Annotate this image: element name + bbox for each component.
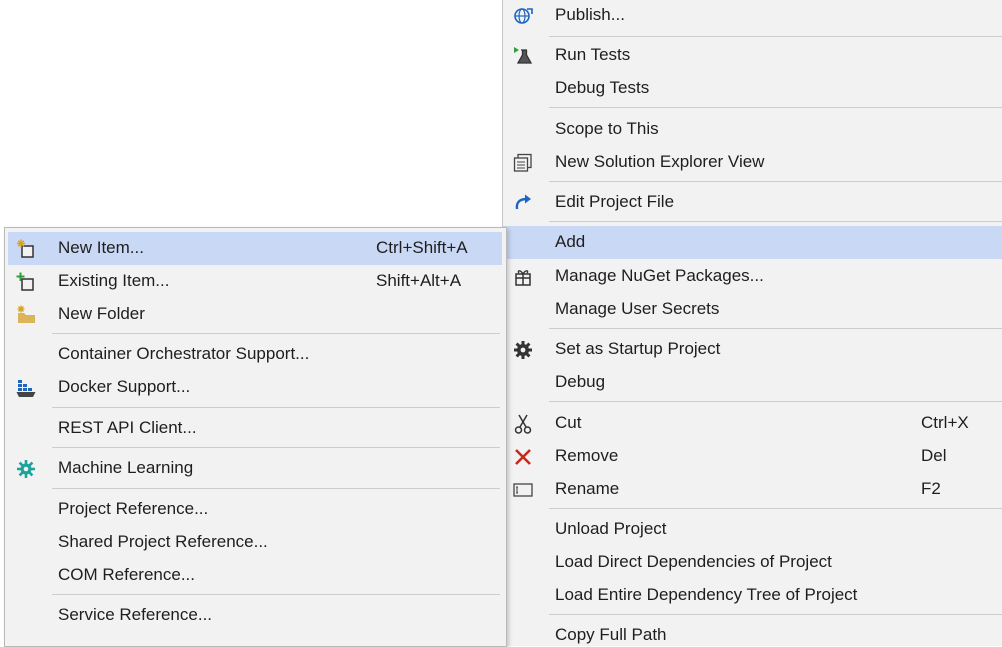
menu-item-label: Cut xyxy=(555,413,582,432)
menu-item-scope-to-this[interactable]: Scope to This xyxy=(503,113,1002,146)
submenu-item-label: Shared Project Reference... xyxy=(58,532,268,551)
project-context-menu: Publish... Run Tests Debug Tests Scope t… xyxy=(502,0,1002,646)
menu-item-shortcut: Ctrl+X xyxy=(921,413,969,432)
submenu-item-label: Container Orchestrator Support... xyxy=(58,344,310,363)
submenu-item-service-reference[interactable]: Service Reference... xyxy=(5,599,506,632)
new-folder-icon xyxy=(16,305,36,325)
menu-item-publish[interactable]: Publish... xyxy=(503,0,1002,32)
menu-item-debug-tests[interactable]: Debug Tests xyxy=(503,72,1002,105)
submenu-item-label: Project Reference... xyxy=(58,499,209,518)
menu-separator xyxy=(549,508,1002,509)
add-submenu: New Item... Ctrl+Shift+A Existing Item..… xyxy=(4,227,507,647)
menu-item-set-as-startup-project[interactable]: Set as Startup Project xyxy=(503,333,1002,366)
menu-item-edit-project-file[interactable]: Edit Project File xyxy=(503,186,1002,219)
menu-separator xyxy=(52,333,500,334)
menu-item-run-tests[interactable]: Run Tests xyxy=(503,39,1002,72)
menu-item-label: Manage NuGet Packages... xyxy=(555,266,764,285)
menu-separator xyxy=(549,107,1002,108)
submenu-item-container-orchestrator-support[interactable]: Container Orchestrator Support... xyxy=(5,338,506,371)
menu-separator xyxy=(549,221,1002,222)
edit-redo-arrow-icon xyxy=(513,193,533,213)
submenu-item-shortcut: Ctrl+Shift+A xyxy=(376,238,468,257)
submenu-item-label: REST API Client... xyxy=(58,418,197,437)
menu-item-load-entire-dependency-tree[interactable]: Load Entire Dependency Tree of Project xyxy=(503,579,1002,612)
submenu-item-project-reference[interactable]: Project Reference... xyxy=(5,493,506,526)
menu-item-unload-project[interactable]: Unload Project xyxy=(503,513,1002,546)
submenu-item-label: New Item... xyxy=(58,238,144,257)
menu-separator xyxy=(549,36,1002,37)
submenu-item-label: Service Reference... xyxy=(58,605,213,624)
submenu-item-label: New Folder xyxy=(58,304,145,323)
menu-item-shortcut: F2 xyxy=(921,479,941,498)
menu-separator xyxy=(549,328,1002,329)
menu-item-rename[interactable]: Rename F2 xyxy=(503,473,1002,506)
menu-separator xyxy=(549,614,1002,615)
menu-item-debug[interactable]: Debug xyxy=(503,366,1002,399)
submenu-item-com-reference[interactable]: COM Reference... xyxy=(5,559,506,592)
menu-item-cut[interactable]: Cut Ctrl+X xyxy=(503,407,1002,440)
menu-separator xyxy=(52,447,500,448)
menu-item-load-direct-dependencies[interactable]: Load Direct Dependencies of Project xyxy=(503,546,1002,579)
submenu-item-shortcut: Shift+Alt+A xyxy=(376,271,462,290)
submenu-item-new-item[interactable]: New Item... Ctrl+Shift+A xyxy=(8,232,502,265)
globe-publish-icon xyxy=(513,6,533,26)
docker-whale-icon xyxy=(16,378,36,398)
menu-item-copy-full-path[interactable]: Copy Full Path xyxy=(503,619,1002,646)
submenu-item-rest-api-client[interactable]: REST API Client... xyxy=(5,412,506,445)
menu-separator xyxy=(52,594,500,595)
menu-item-label: Load Direct Dependencies of Project xyxy=(555,552,832,571)
nuget-package-icon xyxy=(513,267,533,287)
menu-item-label: Edit Project File xyxy=(555,192,675,211)
menu-item-label: Remove xyxy=(555,446,619,465)
menu-item-label: Manage User Secrets xyxy=(555,299,720,318)
menu-item-label: Set as Startup Project xyxy=(555,339,721,358)
rename-icon xyxy=(513,480,533,500)
menu-item-label: Run Tests xyxy=(555,45,631,64)
submenu-item-label: Machine Learning xyxy=(58,458,194,477)
menu-item-manage-nuget-packages[interactable]: Manage NuGet Packages... xyxy=(503,260,1002,293)
menu-item-manage-user-secrets[interactable]: Manage User Secrets xyxy=(503,293,1002,326)
menu-item-label: Publish... xyxy=(555,5,625,24)
red-x-icon xyxy=(513,447,533,467)
solution-explorer-view-icon xyxy=(513,153,533,173)
existing-item-icon xyxy=(16,272,36,292)
menu-item-label: Rename xyxy=(555,479,620,498)
menu-separator xyxy=(52,488,500,489)
menu-item-label: Debug xyxy=(555,372,606,391)
menu-item-new-solution-explorer-view[interactable]: New Solution Explorer View xyxy=(503,146,1002,179)
menu-separator xyxy=(549,181,1002,182)
scissors-icon xyxy=(513,414,533,434)
submenu-item-new-folder[interactable]: New Folder xyxy=(5,298,506,331)
menu-item-label: Load Entire Dependency Tree of Project xyxy=(555,585,858,604)
menu-item-remove[interactable]: Remove Del xyxy=(503,440,1002,473)
menu-item-label: Add xyxy=(555,232,586,251)
menu-separator xyxy=(549,401,1002,402)
menu-item-label: Unload Project xyxy=(555,519,667,538)
menu-item-label: Scope to This xyxy=(555,119,659,138)
menu-item-add[interactable]: Add xyxy=(503,226,1002,259)
new-item-icon xyxy=(16,239,36,259)
submenu-item-label: Existing Item... xyxy=(58,271,170,290)
machine-learning-gear-icon xyxy=(16,459,36,479)
gear-icon xyxy=(513,340,533,360)
menu-item-label: Debug Tests xyxy=(555,78,650,97)
submenu-item-machine-learning[interactable]: Machine Learning xyxy=(5,452,506,485)
menu-separator xyxy=(52,407,500,408)
submenu-item-label: COM Reference... xyxy=(58,565,195,584)
submenu-item-shared-project-reference[interactable]: Shared Project Reference... xyxy=(5,526,506,559)
menu-item-label: New Solution Explorer View xyxy=(555,152,765,171)
submenu-item-label: Docker Support... xyxy=(58,377,191,396)
menu-item-label: Copy Full Path xyxy=(555,625,667,644)
run-tests-flask-icon xyxy=(513,46,533,66)
submenu-item-existing-item[interactable]: Existing Item... Shift+Alt+A xyxy=(5,265,506,298)
submenu-item-docker-support[interactable]: Docker Support... xyxy=(5,371,506,404)
menu-item-shortcut: Del xyxy=(921,446,947,465)
